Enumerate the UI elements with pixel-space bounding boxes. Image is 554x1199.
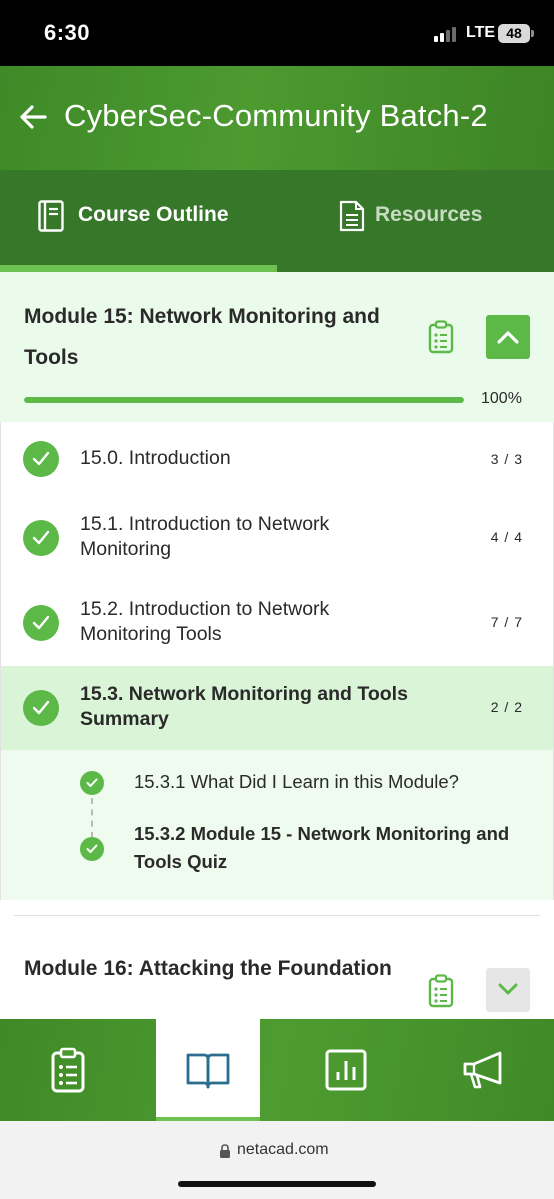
module-15-header[interactable]: Module 15: Network Monitoring and Tools … [0,272,554,422]
signal-icon [434,26,460,42]
lesson-count: 7 / 7 [490,614,523,630]
check-circle-icon [80,837,104,861]
progress-percentage: 100% [481,390,522,407]
collapse-button[interactable] [486,315,530,359]
lesson-item[interactable]: 15.1. Introduction to Network Monitoring… [1,496,553,582]
document-icon [339,200,365,232]
nav-course[interactable] [156,1019,260,1121]
module-title: Module 15: Network Monitoring and Tools [24,305,380,369]
tab-course-outline[interactable]: Course Outline [0,170,277,272]
megaphone-icon [463,1051,502,1089]
lesson-count: 2 / 2 [490,699,523,715]
lesson-count: 3 / 3 [490,451,523,467]
sub-item-link[interactable]: 15.3.1 What Did I Learn in this Module? [134,768,514,796]
app-header: CyberSec-Community Batch-2 [0,66,554,170]
check-circle-icon [23,605,59,641]
tab-label: Course Outline [78,203,229,226]
open-book-icon [186,1053,230,1089]
module-progress-bar [24,397,464,403]
status-bar: 6:30 LTE 48 [0,0,554,66]
lesson-title: 15.0. Introduction [80,447,231,469]
tab-resources[interactable]: Resources [277,170,554,272]
url-text: netacad.com [237,1141,329,1158]
sub-item-link-active[interactable]: 15.3.2 Module 15 - Network Monitoring an… [134,820,514,876]
lesson-title: 15.2. Introduction to Network Monitoring… [80,598,330,645]
clipboard-icon [51,1047,85,1093]
check-circle-icon [23,520,59,556]
lesson-count: 4 / 4 [490,529,523,545]
battery-icon: 48 [498,24,530,43]
nav-announcements[interactable] [432,1019,536,1121]
expand-button[interactable] [486,968,530,1012]
book-icon [38,200,64,232]
lesson-title: 15.1. Introduction to Network Monitoring [80,513,330,560]
bottom-nav [0,1019,554,1121]
bar-chart-icon [325,1049,367,1091]
progress-fill [24,397,464,403]
course-title: CyberSec-Community Batch-2 [64,98,488,133]
check-circle-icon [23,441,59,477]
lesson-title: 15.3. Network Monitoring and Tools Summa… [80,683,408,730]
chevron-down-icon [498,983,518,995]
clipboard-icon[interactable] [428,320,454,354]
lesson-item[interactable]: 15.2. Introduction to Network Monitoring… [1,582,553,666]
check-circle-icon [23,690,59,726]
arrow-left-icon[interactable] [18,102,48,132]
network-type: LTE [466,24,496,41]
lesson-list: 15.0. Introduction 3 / 3 15.1. Introduct… [0,422,554,900]
battery-nub [531,30,534,37]
tab-bar: Course Outline Resources [0,170,554,272]
lesson-item[interactable]: 15.0. Introduction 3 / 3 [1,422,553,496]
lesson-item-active[interactable]: 15.3. Network Monitoring and Tools Summa… [1,666,553,750]
tab-label: Resources [375,203,483,226]
browser-url-bar[interactable]: netacad.com [0,1121,554,1199]
chevron-up-icon [497,331,519,344]
home-indicator[interactable] [178,1181,376,1187]
nav-grades[interactable] [294,1019,398,1121]
sub-item-list: 15.3.1 What Did I Learn in this Module? … [1,750,553,900]
status-time: 6:30 [44,20,91,45]
clipboard-icon[interactable] [428,974,454,1008]
divider [14,915,540,916]
connector-line [91,798,93,838]
nav-assignments[interactable] [16,1019,120,1121]
lock-icon [220,1144,230,1158]
check-circle-icon [80,771,104,795]
module-title[interactable]: Module 16: Attacking the Foundation [24,948,394,989]
active-tab-indicator [0,265,277,272]
